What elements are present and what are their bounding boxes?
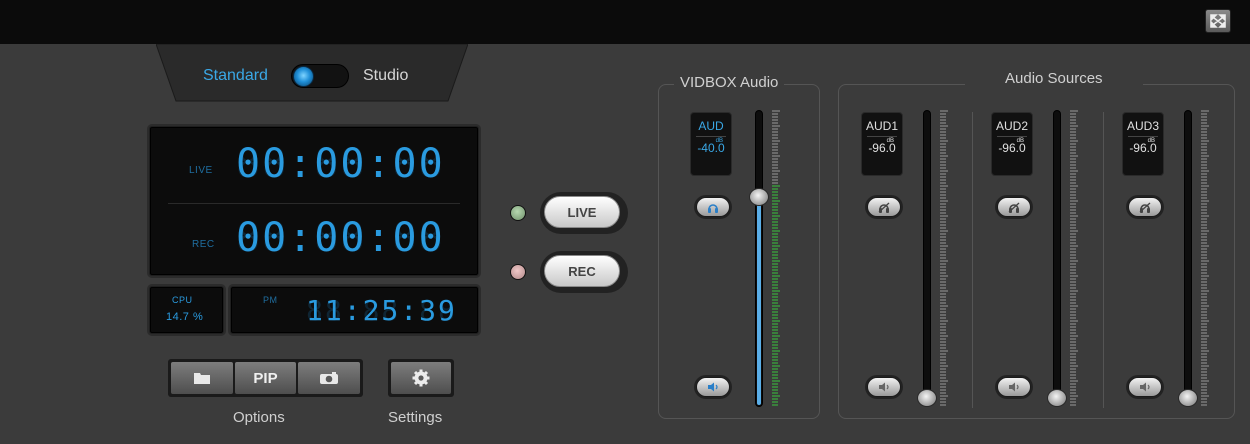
source-fader-thumb[interactable] bbox=[917, 389, 937, 407]
source-channel-box: AUD3 dB -96.0 bbox=[1122, 112, 1164, 176]
source-channel-box: AUD2 dB -96.0 bbox=[991, 112, 1033, 176]
expand-icon bbox=[1210, 14, 1226, 28]
source-channel-separator bbox=[867, 136, 897, 137]
open-folder-button[interactable] bbox=[171, 362, 233, 394]
speaker-icon bbox=[879, 382, 889, 392]
source-speaker-button[interactable] bbox=[1128, 377, 1162, 397]
source-channel-box: AUD1 dB -96.0 bbox=[861, 112, 903, 176]
channel-divider bbox=[972, 112, 973, 408]
rec-indicator-led bbox=[510, 264, 526, 280]
cpu-value: 14.7 % bbox=[166, 311, 204, 323]
clock-ampm: PM bbox=[263, 295, 278, 305]
live-indicator-led bbox=[510, 205, 526, 221]
source-monitor-button[interactable] bbox=[1128, 197, 1162, 217]
rec-timer-label: REC bbox=[192, 239, 215, 250]
headphones-muted-icon bbox=[1139, 202, 1151, 213]
vidbox-fader-fill bbox=[757, 198, 761, 405]
source-fader-track[interactable] bbox=[1053, 110, 1061, 407]
vidbox-monitor-button[interactable] bbox=[696, 197, 730, 217]
folder-icon bbox=[193, 373, 210, 384]
source-channel-separator bbox=[997, 136, 1027, 137]
source-channel-separator bbox=[1128, 136, 1158, 137]
headphones-muted-icon bbox=[878, 202, 890, 213]
vidbox-level-meter bbox=[772, 110, 780, 406]
vidbox-channel-value: -40.0 bbox=[697, 141, 725, 155]
speaker-icon bbox=[1140, 382, 1150, 392]
source-channel-value: -96.0 bbox=[868, 141, 896, 155]
vidbox-audio-group bbox=[658, 84, 820, 419]
vidbox-channel-name: AUD bbox=[698, 119, 724, 133]
vidbox-fader-track[interactable] bbox=[755, 110, 763, 407]
speaker-icon bbox=[1009, 382, 1019, 392]
audio-sources-title: Audio Sources bbox=[965, 70, 1143, 87]
live-button[interactable]: LIVE bbox=[544, 196, 620, 228]
options-button-group: PIP bbox=[168, 359, 363, 397]
mode-studio-label[interactable]: Studio bbox=[363, 67, 408, 85]
source-channel-value: -96.0 bbox=[1129, 141, 1157, 155]
source-fader-thumb[interactable] bbox=[1047, 389, 1067, 407]
source-monitor-button[interactable] bbox=[997, 197, 1031, 217]
source-speaker-button[interactable] bbox=[867, 377, 901, 397]
gear-icon bbox=[412, 369, 430, 387]
clock-time: 11:25:39 bbox=[306, 294, 457, 327]
fullscreen-button[interactable] bbox=[1205, 9, 1231, 33]
vidbox-fader-thumb[interactable] bbox=[749, 188, 769, 206]
source-channel-name: AUD2 bbox=[995, 119, 1028, 133]
snapshot-button[interactable] bbox=[298, 362, 361, 394]
source-channel-name: AUD3 bbox=[1126, 119, 1159, 133]
camera-icon bbox=[320, 372, 339, 384]
channel-divider bbox=[1103, 112, 1104, 408]
live-timer-value: 00:00:00 bbox=[236, 141, 445, 187]
live-button-frame: LIVE bbox=[540, 192, 628, 234]
vidbox-channel-separator bbox=[696, 136, 726, 137]
live-timer-label: LIVE bbox=[189, 165, 213, 176]
source-channel-value: -96.0 bbox=[998, 141, 1026, 155]
headphones-muted-icon bbox=[1008, 202, 1020, 213]
mode-standard-label[interactable]: Standard bbox=[203, 67, 268, 85]
timer-display: LIVE 88:88:88 00:00:00 REC 88:88:88 00:0… bbox=[149, 126, 479, 276]
settings-button[interactable] bbox=[391, 362, 451, 394]
source-speaker-button[interactable] bbox=[997, 377, 1031, 397]
source-level-meter bbox=[1201, 110, 1209, 406]
headphones-icon bbox=[708, 203, 718, 213]
cpu-label: CPU bbox=[172, 295, 193, 305]
source-fader-track[interactable] bbox=[923, 110, 931, 407]
timer-divider bbox=[168, 203, 460, 204]
source-fader-track[interactable] bbox=[1184, 110, 1192, 407]
title-bar bbox=[0, 0, 1250, 44]
settings-caption: Settings bbox=[388, 409, 443, 426]
source-fader-thumb[interactable] bbox=[1178, 389, 1198, 407]
rec-timer-value: 00:00:00 bbox=[236, 215, 445, 261]
options-caption: Options bbox=[233, 409, 285, 426]
vidbox-speaker-button[interactable] bbox=[696, 377, 730, 397]
settings-button-frame bbox=[388, 359, 454, 397]
mode-toggle[interactable] bbox=[291, 64, 349, 88]
source-level-meter bbox=[1070, 110, 1078, 406]
rec-button[interactable]: REC bbox=[544, 255, 620, 287]
vidbox-channel-box: AUD dB -40.0 bbox=[690, 112, 732, 176]
toggle-knob bbox=[293, 66, 314, 87]
pip-button[interactable]: PIP bbox=[234, 362, 297, 394]
vidbox-audio-title: VIDBOX Audio bbox=[674, 74, 785, 91]
speaker-icon bbox=[708, 382, 718, 392]
cpu-display: CPU 14.7 % bbox=[149, 286, 224, 334]
rec-button-frame: REC bbox=[540, 251, 628, 293]
mode-switch-panel: Standard Studio bbox=[156, 44, 468, 102]
clock-display: PM 88:88:88 11:25:39 bbox=[230, 286, 479, 334]
source-level-meter bbox=[940, 110, 948, 406]
source-channel-name: AUD1 bbox=[865, 119, 898, 133]
source-monitor-button[interactable] bbox=[867, 197, 901, 217]
